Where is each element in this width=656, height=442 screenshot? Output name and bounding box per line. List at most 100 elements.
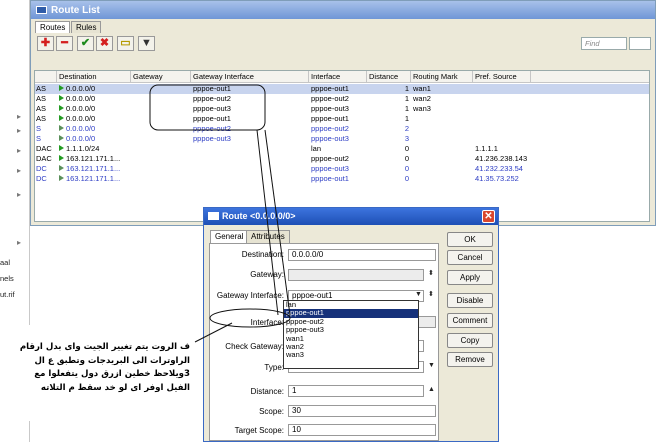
column-header-pref-source[interactable]: Pref. Source — [473, 71, 531, 83]
close-button[interactable]: ✕ — [482, 210, 495, 223]
destination-field[interactable]: 0.0.0.0/0 — [288, 249, 436, 261]
disable-button[interactable]: Disable — [447, 293, 493, 308]
tab-general[interactable]: General — [210, 230, 249, 243]
route-list-titlebar[interactable]: Route List — [31, 1, 655, 19]
table-cell-gw-iface: pppoe-out1 — [193, 114, 231, 123]
filter-button[interactable]: ▼ — [138, 36, 155, 51]
table-row[interactable]: S 0.0.0.0/0 pppoe-out2 pppoe-out2 2 — [35, 124, 649, 134]
find-dropdown[interactable] — [629, 37, 651, 50]
target-scope-label: Target Scope: — [234, 426, 284, 435]
left-panel-item-1[interactable]: aal — [0, 258, 10, 267]
table-cell-mark: wan2 — [413, 94, 431, 103]
column-header-distance[interactable]: Distance — [367, 71, 411, 83]
enable-button[interactable]: ✔ — [77, 36, 94, 51]
table-cell-gw-iface — [193, 164, 307, 174]
remove-button[interactable]: Remove — [447, 352, 493, 367]
distance-field[interactable]: 1 — [288, 385, 424, 397]
dropdown-arrow-icon[interactable]: ▼ — [415, 291, 422, 298]
dropdown-option-pppoe-out3[interactable]: pppoe-out3 — [284, 325, 418, 334]
dropdown-arrow-icon[interactable]: ▼ — [428, 362, 435, 369]
dropdown-option-wan2[interactable]: wan2 — [284, 342, 418, 351]
ok-button[interactable]: OK — [447, 232, 493, 247]
column-header-flags[interactable] — [35, 71, 57, 83]
add-button[interactable]: ✚ — [37, 36, 54, 51]
column-header-interface[interactable]: Interface — [309, 71, 367, 83]
table-cell-gw-iface — [193, 174, 307, 184]
table-cell-iface: lan — [311, 144, 322, 153]
column-header-gateway[interactable]: Gateway — [131, 71, 191, 83]
active-flag-icon — [59, 115, 64, 121]
route-list-title: Route List — [51, 5, 100, 16]
table-cell-mark: wan1 — [413, 84, 431, 93]
active-flag-icon — [59, 155, 64, 161]
route-dialog-titlebar[interactable]: Route <0.0.0.0/0> ✕ — [204, 208, 498, 225]
tab-routes[interactable]: Routes — [35, 21, 71, 33]
gateway-field[interactable] — [288, 269, 424, 281]
active-flag-icon — [59, 165, 64, 171]
column-header-gateway-interface[interactable]: Gateway Interface — [191, 71, 309, 83]
collapse-arrow-icon[interactable]: ▲ — [428, 386, 435, 393]
spinner-icon[interactable]: ⬍ — [428, 290, 434, 298]
table-cell-iface: pppoe-out3 — [311, 134, 349, 143]
tab-rules[interactable]: Rules — [71, 21, 102, 33]
table-cell-iface: pppoe-out3 — [311, 104, 349, 113]
active-flag-icon — [59, 135, 64, 141]
find-input[interactable]: Find — [581, 37, 627, 50]
spinner-icon[interactable]: ⬍ — [428, 269, 434, 277]
column-header-destination[interactable]: Destination — [57, 71, 131, 83]
table-cell-dest: 0.0.0.0/0 — [59, 114, 131, 124]
apply-button[interactable]: Apply — [447, 270, 493, 285]
table-cell-iface: pppoe-out2 — [311, 94, 349, 103]
table-cell-pref — [475, 94, 549, 104]
disable-button[interactable]: ✖ — [96, 36, 113, 51]
table-cell-pref: 1.1.1.1 — [475, 144, 498, 153]
chevron-right-icon: ▸ — [17, 238, 22, 247]
column-header-filler — [531, 71, 649, 83]
active-flag-icon — [59, 125, 64, 131]
table-cell-pref: 41.35.73.252 — [475, 174, 519, 183]
table-cell-gw-iface — [193, 144, 307, 154]
table-cell-pref: 41.236.238.143 — [475, 154, 528, 163]
active-flag-icon — [59, 85, 64, 91]
table-cell-gw-iface: pppoe-out2 — [193, 124, 231, 133]
table-cell-iface: pppoe-out1 — [311, 174, 349, 183]
dropdown-option-wan1[interactable]: wan1 — [284, 334, 418, 343]
destination-text: 1.1.1.0/24 — [66, 144, 100, 153]
scope-field[interactable]: 30 — [288, 405, 436, 417]
table-cell-pref — [475, 124, 549, 134]
table-row[interactable]: DC 163.121.171.1... pppoe-out3 0 41.232.233.… — [35, 164, 649, 174]
comment-button[interactable]: ▭ — [117, 36, 134, 51]
target-scope-field[interactable]: 10 — [288, 424, 436, 436]
table-cell-dest: 0.0.0.0/0 — [59, 94, 131, 104]
left-panel-item-3[interactable]: ut.rif — [0, 290, 15, 299]
window-icon — [36, 6, 47, 14]
minus-icon: ━ — [61, 37, 68, 49]
table-cell-mark — [413, 144, 471, 154]
cancel-button[interactable]: Cancel — [447, 250, 493, 265]
table-row[interactable]: DAC 163.121.171.1... pppoe-out2 0 41.236.238… — [35, 154, 649, 164]
table-row[interactable]: S 0.0.0.0/0 pppoe-out3 pppoe-out3 3 — [35, 134, 649, 144]
comment-button[interactable]: Comment — [447, 313, 493, 328]
table-cell-dest: 0.0.0.0/0 — [59, 104, 131, 114]
dropdown-option-wan3[interactable]: wan3 — [284, 351, 418, 359]
column-header-routing-mark[interactable]: Routing Mark — [411, 71, 473, 83]
destination-text: 163.121.171.1... — [66, 154, 121, 163]
table-row[interactable]: AS 0.0.0.0/0 pppoe-out1 pppoe-out1 1 — [35, 114, 649, 124]
table-cell-distance: 0 — [404, 164, 409, 173]
tab-attributes[interactable]: Attributes — [246, 230, 290, 243]
remove-button[interactable]: ━ — [56, 36, 73, 51]
gateway-interface-label: Gateway Interface: — [216, 291, 284, 300]
table-row[interactable]: AS 0.0.0.0/0 pppoe-out2 pppoe-out2 1 wan2 — [35, 94, 649, 104]
table-cell-flag: DC — [36, 164, 47, 173]
copy-button[interactable]: Copy — [447, 333, 493, 348]
chevron-right-icon: ▸ — [17, 166, 22, 175]
table-cell-distance: 0 — [404, 144, 409, 153]
table-cell-flag: S — [36, 134, 42, 143]
table-row[interactable]: DAC 1.1.1.0/24 lan 0 1.1.1.1 — [35, 144, 649, 154]
distance-label: Distance: — [250, 387, 284, 396]
left-panel-item-2[interactable]: nels — [0, 274, 14, 283]
table-row[interactable]: AS 0.0.0.0/0 pppoe-out1 pppoe-out1 1 wan1 — [35, 84, 649, 94]
table-row[interactable]: DC 163.121.171.1... pppoe-out1 0 41.35.73.25… — [35, 174, 649, 184]
table-cell-mark — [413, 134, 471, 144]
table-row[interactable]: AS 0.0.0.0/0 pppoe-out3 pppoe-out3 1 wan3 — [35, 104, 649, 114]
